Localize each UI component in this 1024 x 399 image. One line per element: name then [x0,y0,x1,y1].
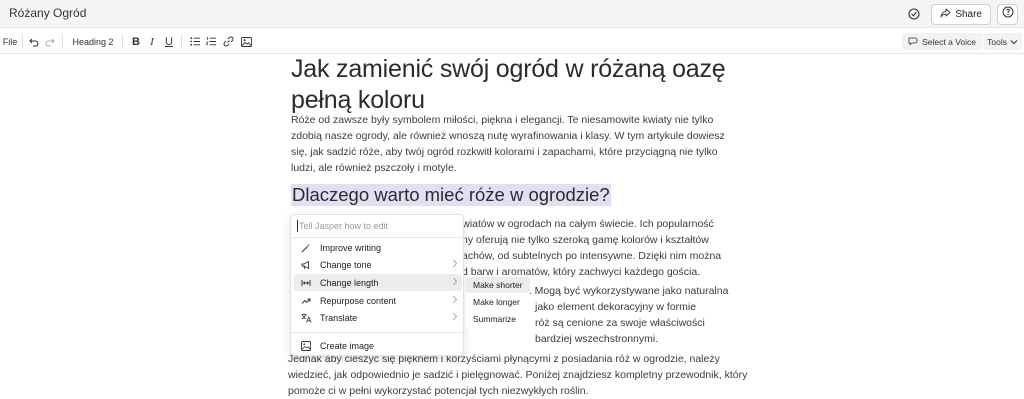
menu-item-change-tone[interactable]: Change tone [294,256,462,273]
select-voice-button[interactable]: Select a Voice [902,33,982,50]
italic-button[interactable]: I [146,29,158,54]
megaphone-icon [300,259,312,271]
paragraph-line[interactable]: jako element dekoracyjny w formie [535,299,696,315]
share-label: Share [955,8,982,20]
menu-item-label: Change tone [320,259,372,270]
menu-item-improve-writing[interactable]: Improve writing [294,239,462,256]
submenu-item-make-shorter[interactable]: Make shorter [466,277,530,293]
paragraph-line[interactable]: ch kwiatów w ogrodach na całym świecie. … [443,216,714,232]
ai-edit-menu: Tell Jasper how to edit Improve writing … [290,214,465,356]
bold-button[interactable]: B [130,29,142,54]
title-bar-actions: Share [903,3,1018,25]
paragraph-line[interactable]: wiedzieć, jak odpowiednio je sadzić i pi… [288,367,747,383]
toolbar-divider [22,35,23,48]
submenu-item-make-longer[interactable]: Make longer [466,294,530,310]
toolbar-divider [62,35,63,48]
menu-item-change-length[interactable]: Change length [294,274,462,291]
trend-arrow-icon [300,295,312,307]
numbered-list-icon[interactable] [204,29,218,54]
toolbar-divider [181,35,182,48]
check-circle-icon[interactable] [903,3,925,25]
tools-label: Tools [987,36,1007,47]
chevron-right-icon [452,312,458,323]
menu-item-label: Translate [320,312,358,323]
submenu-item-summarize[interactable]: Summarize [466,311,530,327]
toolbar-divider [122,35,123,48]
share-button[interactable]: Share [931,3,991,25]
paragraph-line[interactable]: bardziej wszechstronnymi. [535,331,658,347]
tools-button[interactable]: Tools [983,33,1022,50]
menu-divider [291,332,465,333]
redo-icon[interactable] [43,29,57,54]
translate-icon [300,312,312,324]
chevron-right-icon [452,295,458,306]
heading-select[interactable]: Heading 2 [72,29,114,54]
chevron-right-icon [452,259,458,270]
select-voice-label: Select a Voice [922,36,976,47]
resize-horizontal-icon [300,277,312,289]
menu-divider [291,237,465,238]
paragraph-line[interactable]: achów, od subtelnych po intensywne. Dzię… [462,248,721,264]
undo-icon[interactable] [27,29,41,54]
menu-item-translate[interactable]: Translate [294,309,462,326]
image-icon[interactable] [239,29,253,54]
chevron-down-icon [1010,37,1018,47]
menu-item-label: Change length [320,277,379,288]
voice-icon [908,36,918,47]
section-heading[interactable]: Dlaczego warto mieć róże w ogrodzie? [291,184,611,206]
menu-item-create-image[interactable]: Create image [294,337,462,354]
paragraph-line[interactable]: ny oferują nie tylko szeroką gamę koloró… [462,232,709,248]
title-bar: Różany Ogród Share [0,0,1024,28]
underline-button[interactable]: U [163,29,175,54]
menu-item-repurpose-content[interactable]: Repurpose content [294,292,462,309]
share-icon [940,8,951,21]
image-icon [300,340,312,352]
menu-item-label: Create image [320,340,375,351]
intro-paragraph[interactable]: Róże od zawsze były symbolem miłości, pi… [291,112,731,176]
bullet-list-icon[interactable] [188,29,202,54]
document-title[interactable]: Różany Ogród [9,6,86,20]
menu-item-label: Improve writing [320,242,382,253]
magic-wand-icon [300,242,312,254]
change-length-submenu: Make shorter Make longer Summarize [466,276,530,328]
paragraph-line[interactable]: e. Mogą być wykorzystywane jako naturaln… [523,283,728,299]
help-icon [1002,5,1014,23]
paragraph-line[interactable]: róż są cenione za swoje właściwości [535,315,705,331]
file-menu[interactable]: File [2,29,18,54]
editor-toolbar: File Heading 2 B I U Select a Voice Tool… [0,29,1024,54]
link-icon[interactable] [221,29,235,54]
ai-prompt-input[interactable]: Tell Jasper how to edit [296,220,388,232]
article-title[interactable]: Jak zamienić swój ogród w różaną oazę pe… [291,54,731,116]
menu-item-label: Repurpose content [320,295,397,306]
help-button[interactable] [997,3,1018,25]
chevron-right-icon [452,277,458,288]
